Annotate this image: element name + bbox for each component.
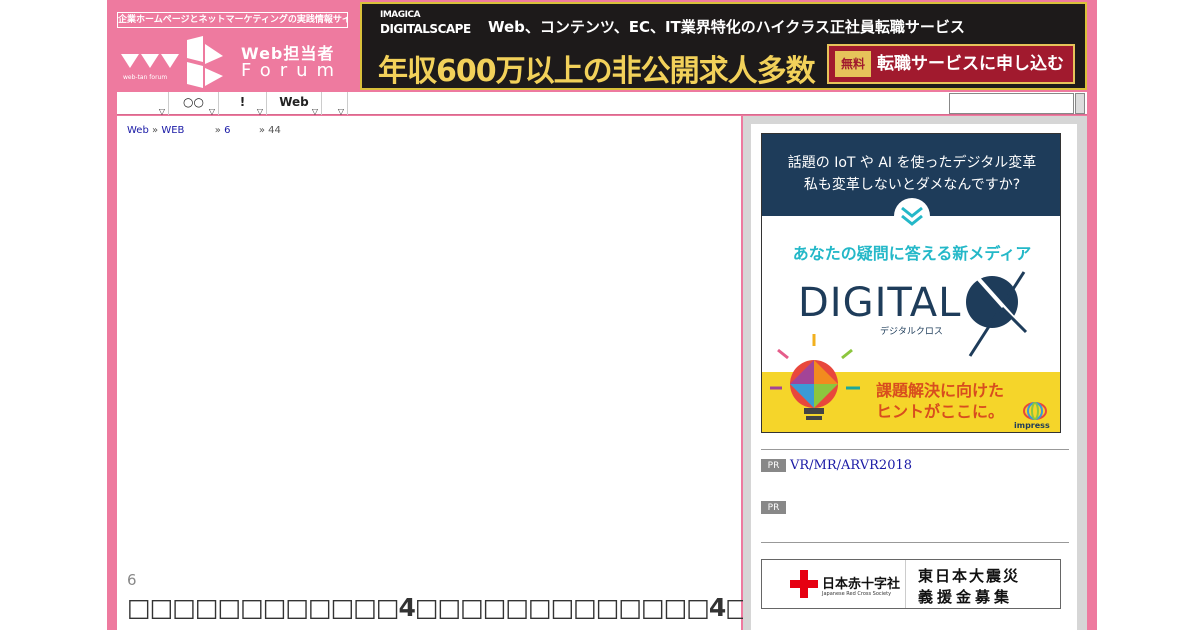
breadcrumb-sep: »: [214, 125, 221, 136]
main-content: Web » WEB » 6 » 44 6 □□□□□□□□□□□□4□□□□□□…: [117, 116, 772, 630]
ad-free-badge: 無料: [835, 51, 871, 77]
breadcrumb-item-web[interactable]: WEB: [161, 125, 184, 136]
breadcrumb: Web » WEB » 6 » 44: [127, 125, 281, 136]
search-input[interactable]: [949, 93, 1074, 114]
chevron-down-icon: ▽: [158, 107, 165, 116]
breadcrumb-item-6[interactable]: 6: [224, 125, 230, 136]
ad-publisher: impress: [1014, 421, 1050, 430]
nav-item-1[interactable]: ▽: [127, 92, 169, 116]
ad-logo-kana: デジタルクロス: [880, 327, 943, 337]
chevron-down-icon: [894, 198, 930, 234]
site-tagline: 企業ホームページとネットマーケティングの実践情報サイト: [117, 12, 348, 28]
sidebar-divider: [761, 449, 1069, 450]
ad-cta-button[interactable]: 無料 転職サービスに申し込む: [827, 44, 1075, 84]
logo-small-text: web-tan forum: [123, 74, 168, 81]
ad-brand-line1: IMAGICA: [380, 10, 421, 20]
ad-subtitle: あなたの疑問に答える新メディア: [792, 244, 1032, 263]
red-cross-english-name: Japanese Red Cross Society: [822, 591, 892, 597]
red-cross-donation-banner[interactable]: 日本赤十字社 Japanese Red Cross Society 東日本大震災…: [761, 559, 1061, 609]
pr-link-vr[interactable]: VR/MR/ARVR2018: [790, 458, 912, 473]
red-cross-title-1: 東日本大震災: [918, 567, 1021, 585]
chevron-down-icon: ▽: [337, 107, 344, 116]
breadcrumb-sep: »: [152, 125, 159, 136]
ad-brand-line2: DIGITALSCAPE: [380, 22, 471, 36]
site-logo[interactable]: 企業ホームページとネットマーケティングの実践情報サイト web-tan foru…: [117, 10, 350, 90]
impress-logo-icon: [1023, 402, 1047, 420]
nav-item-5[interactable]: ▽: [322, 92, 348, 116]
breadcrumb-sep: »: [258, 125, 265, 136]
logo-mark-icon: [121, 36, 223, 88]
logo-forum-text: Forum: [241, 60, 344, 81]
pr-badge: PR: [761, 459, 786, 472]
global-nav: ▽ ○○ ▽ ! ▽ Web ▽ ▽: [117, 92, 1087, 116]
red-cross-divider: [905, 560, 906, 608]
x-mark-icon: [966, 271, 1028, 357]
ad-hint-text: 課題解決に向けた ヒントがここに。: [876, 381, 1005, 421]
ad-big-text: 年収600万以上の非公開求人多数: [378, 54, 816, 89]
sidebar-ad-digital-x[interactable]: 話題の IoT や AI を使ったデジタル変革 私も変革しないとダメなんですか?…: [761, 133, 1061, 433]
breadcrumb-root[interactable]: Web: [127, 125, 149, 136]
search-button[interactable]: [1075, 93, 1085, 114]
ad-question-1: 話題の IoT や AI を使ったデジタル変革: [787, 155, 1037, 171]
red-cross-icon: [790, 570, 818, 598]
red-cross-name: 日本赤十字社: [822, 577, 901, 592]
chevron-down-icon: ▽: [256, 107, 263, 116]
nav-item-web[interactable]: Web ▽: [267, 92, 322, 116]
nav-item-2[interactable]: ○○ ▽: [169, 92, 219, 116]
ad-headline: Web、コンテンツ、EC、IT業界特化のハイクラス正社員転職サービス: [488, 18, 965, 36]
lightbulb-icon: [770, 334, 860, 420]
ad-logo-text: DIGITAL: [798, 280, 962, 326]
article-series-number: 6: [127, 571, 137, 589]
sidebar-divider: [761, 542, 1069, 543]
chevron-down-icon: ▽: [208, 107, 215, 116]
chevron-down-icon: ▽: [311, 107, 318, 116]
article-title: □□□□□□□□□□□□4□□□□□□□□□□□□□4□□: [127, 593, 772, 622]
nav-item-3[interactable]: ! ▽: [219, 92, 267, 116]
breadcrumb-current: 44: [268, 125, 281, 136]
pr-badge: PR: [761, 501, 786, 514]
ad-question-2: 私も変革しないとダメなんですか?: [803, 177, 1021, 193]
top-banner-ad[interactable]: IMAGICA DIGITALSCAPE Web、コンテンツ、EC、IT業界特化…: [360, 2, 1087, 90]
red-cross-title-2: 義援金募集: [918, 588, 1014, 606]
ad-cta-label: 転職サービスに申し込む: [877, 54, 1064, 74]
